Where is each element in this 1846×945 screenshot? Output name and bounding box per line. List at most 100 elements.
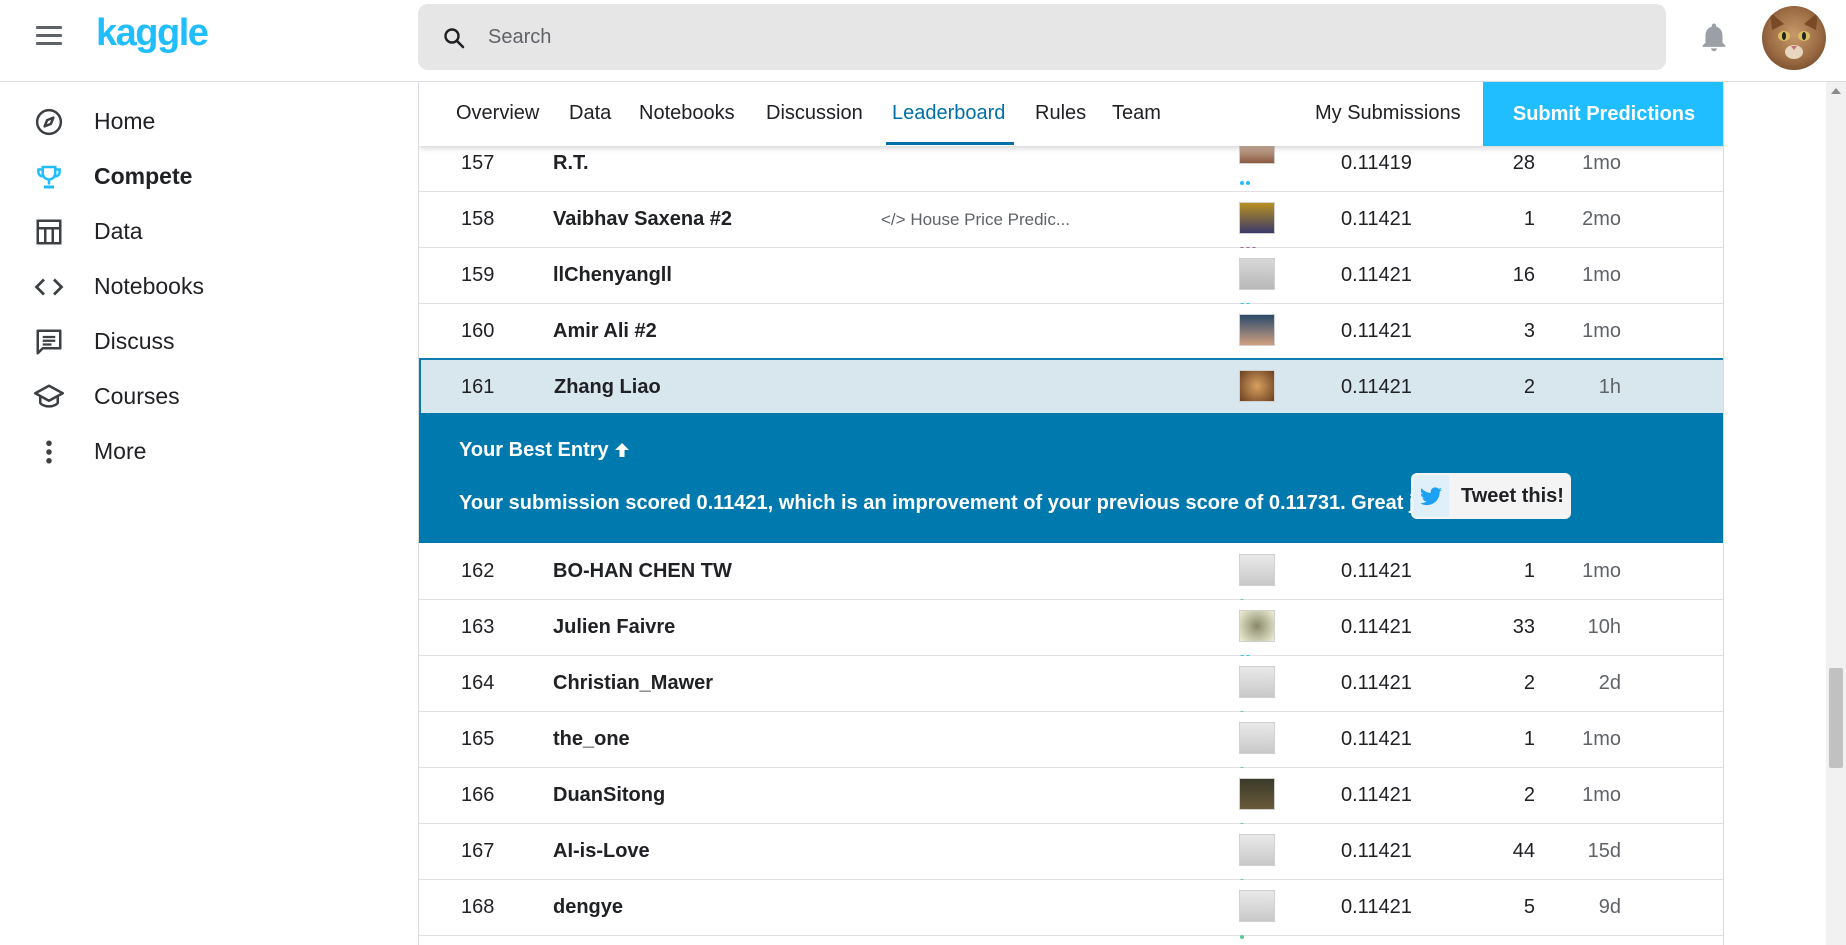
tier-dots (1240, 870, 1246, 883)
active-tab-underline (886, 142, 1014, 145)
hamburger-menu-icon[interactable] (36, 26, 62, 48)
tab-data[interactable]: Data (569, 102, 611, 125)
school-icon (34, 384, 64, 408)
tab-leaderboard[interactable]: Leaderboard (892, 102, 1005, 125)
team-name[interactable]: llChenyangll (553, 264, 672, 287)
team-name[interactable]: DuanSitong (553, 784, 665, 807)
top-bar: kaggle (0, 0, 1846, 82)
last-submission: 10h (1587, 616, 1621, 638)
member-avatar[interactable] (1239, 370, 1275, 402)
sidebar-item-data[interactable]: Data (0, 204, 400, 258)
code-icon (34, 278, 64, 296)
last-submission: 1mo (1582, 784, 1621, 806)
sidebar: Home Compete Data Notebooks Discuss Cour… (0, 82, 418, 945)
rank: 165 (461, 728, 495, 750)
sidebar-item-label: Notebooks (94, 273, 204, 299)
team-name[interactable]: Amir Ali #2 (553, 320, 657, 343)
tier-dots (1240, 406, 1252, 419)
member-avatar[interactable] (1239, 890, 1275, 922)
team-name[interactable]: dengye (553, 896, 623, 919)
rank: 168 (461, 896, 495, 918)
comment-icon (36, 329, 62, 355)
user-avatar[interactable] (1762, 6, 1826, 70)
leaderboard-row[interactable]: 158 Vaibhav Saxena #2 </> House Price Pr… (419, 192, 1723, 251)
member-avatar[interactable] (1239, 666, 1275, 698)
tab-discussion[interactable]: Discussion (766, 102, 863, 125)
main-content: Overview Data Notebooks Discussion Leade… (418, 82, 1724, 945)
member-avatar[interactable] (1239, 834, 1275, 866)
team-name[interactable]: Zhang Liao (554, 376, 661, 399)
leaderboard-row-current-user[interactable]: 161 Zhang Liao 0.11421 2 1h (419, 358, 1723, 419)
team-name[interactable]: AI-is-Love (553, 840, 650, 863)
member-avatar[interactable] (1239, 722, 1275, 754)
member-avatar[interactable] (1239, 202, 1275, 234)
leaderboard-row[interactable]: 159 llChenyangll 0.11421 16 1mo (419, 248, 1723, 307)
rank: 159 (461, 264, 495, 286)
rank: 157 (461, 152, 495, 174)
leaderboard-row[interactable]: 168 dengye 0.11421 5 9d (419, 880, 1723, 939)
sidebar-item-label: Courses (94, 383, 180, 409)
submit-predictions-button[interactable]: Submit Predictions (1483, 82, 1723, 146)
more-vert-icon (46, 440, 52, 464)
team-name[interactable]: Christian_Mawer (553, 672, 713, 695)
leaderboard-row[interactable]: 163 Julien Faivre 0.11421 33 10h (419, 600, 1723, 659)
tab-overview[interactable]: Overview (456, 102, 539, 125)
sidebar-item-label: Home (94, 108, 156, 134)
member-avatar[interactable] (1239, 554, 1275, 586)
notifications-bell-icon[interactable] (1697, 20, 1731, 54)
member-avatar[interactable] (1239, 778, 1275, 810)
tab-notebooks[interactable]: Notebooks (639, 102, 735, 125)
entries-count: 16 (1512, 264, 1535, 286)
leaderboard-row[interactable]: 162 BO-HAN CHEN TW 0.11421 1 1mo (419, 544, 1723, 603)
sidebar-item-courses[interactable]: Courses (0, 369, 400, 423)
entries-count: 1 (1523, 728, 1535, 750)
tweet-button[interactable]: Tweet this! (1411, 473, 1571, 519)
entries-count: 2 (1523, 672, 1535, 694)
tab-rules[interactable]: Rules (1035, 102, 1086, 125)
score: 0.11421 (1341, 728, 1412, 750)
sidebar-item-compete[interactable]: Compete (0, 149, 400, 203)
my-submissions-link[interactable]: My Submissions (1315, 102, 1461, 125)
scroll-up-arrow-icon[interactable] (1831, 88, 1841, 94)
team-name[interactable]: Julien Faivre (553, 616, 675, 639)
arrow-up-icon (615, 443, 630, 457)
tab-team[interactable]: Team (1112, 102, 1161, 125)
page-scrollbar[interactable] (1826, 82, 1846, 945)
leaderboard-row[interactable]: 164 Christian_Mawer 0.11421 2 2d (419, 656, 1723, 715)
kaggle-logo[interactable]: kaggle (96, 12, 209, 55)
sidebar-item-home[interactable]: Home (0, 94, 400, 148)
last-submission: 2mo (1582, 208, 1621, 230)
tier-dots (1240, 590, 1246, 603)
team-name[interactable]: Vaibhav Saxena #2 (553, 208, 732, 231)
sidebar-item-discuss[interactable]: Discuss (0, 314, 400, 368)
rank: 166 (461, 784, 495, 806)
score: 0.11421 (1341, 616, 1412, 638)
tier-dots (1240, 702, 1246, 715)
team-name[interactable]: the_one (553, 728, 630, 751)
entries-count: 5 (1523, 896, 1535, 918)
rank: 163 (461, 616, 495, 638)
search-bar[interactable] (418, 4, 1666, 70)
trophy-icon (37, 165, 61, 189)
team-name[interactable]: BO-HAN CHEN TW (553, 560, 732, 583)
member-avatar[interactable] (1239, 258, 1275, 290)
score: 0.11421 (1341, 376, 1412, 398)
tier-dots (1240, 926, 1246, 939)
member-avatar[interactable] (1239, 314, 1275, 346)
entries-count: 1 (1523, 560, 1535, 582)
scrollbar-thumb[interactable] (1829, 668, 1843, 768)
leaderboard-row[interactable]: 160 Amir Ali #2 0.11421 3 1mo (419, 304, 1723, 363)
leaderboard-row[interactable]: 167 AI-is-Love 0.11421 44 15d (419, 824, 1723, 883)
search-input[interactable] (488, 24, 1588, 50)
rank: 158 (461, 208, 495, 230)
kernel-link[interactable]: </> House Price Predic... (881, 210, 1070, 230)
last-submission: 15d (1587, 840, 1621, 862)
leaderboard-row[interactable]: 165 the_one 0.11421 1 1mo (419, 712, 1723, 771)
team-name[interactable]: R.T. (553, 152, 589, 175)
sidebar-item-more[interactable]: More (0, 424, 400, 478)
leaderboard-row[interactable]: 166 DuanSitong 0.11421 2 1mo (419, 768, 1723, 827)
sidebar-item-label: Compete (94, 163, 193, 189)
sidebar-item-notebooks[interactable]: Notebooks (0, 259, 400, 313)
member-avatar[interactable] (1239, 610, 1275, 642)
last-submission: 1mo (1582, 560, 1621, 582)
